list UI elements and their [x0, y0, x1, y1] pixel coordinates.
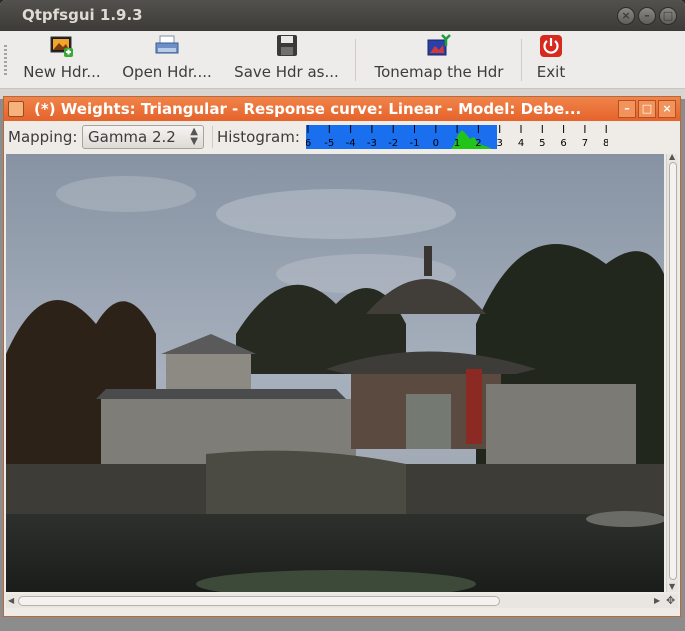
- histogram-tick-label: -1: [410, 138, 420, 149]
- toolbar-grip[interactable]: [4, 45, 7, 75]
- histogram-tick-label: 8: [603, 138, 608, 149]
- toolbar-separator: [521, 39, 522, 81]
- tonemap-icon: [426, 34, 452, 58]
- move-cross-icon[interactable]: ✥: [666, 594, 675, 607]
- histogram-tick-label: -2: [388, 138, 398, 149]
- histogram-tick-label: 2: [475, 138, 481, 149]
- scroll-up-icon[interactable]: ▲: [669, 152, 675, 161]
- window-close-button[interactable]: ×: [617, 7, 635, 25]
- window-title: Qtpfsgui 1.9.3: [22, 6, 143, 24]
- subwindow-maximize-button[interactable]: □: [638, 100, 656, 118]
- histogram-tick-label: -4: [346, 138, 356, 149]
- updown-arrows-icon: ▲ ▼: [190, 126, 198, 147]
- open-hdr-label: Open Hdr....: [122, 63, 212, 81]
- open-hdr-button[interactable]: Open Hdr....: [117, 34, 217, 86]
- histogram-tick-label: 0: [433, 138, 439, 149]
- hdr-preview-image: [6, 154, 664, 592]
- controls-separator: [212, 126, 213, 148]
- hdr-subwindow: (*) Weights: Triangular - Response curve…: [3, 96, 681, 617]
- window-controls: × – □: [617, 7, 677, 25]
- save-hdr-label: Save Hdr as...: [234, 63, 339, 81]
- window-titlebar[interactable]: Qtpfsgui 1.9.3 × – □: [0, 0, 685, 31]
- histogram-tick-label: 4: [518, 138, 524, 149]
- new-hdr-label: New Hdr...: [23, 63, 101, 81]
- subwindow-close-button[interactable]: ×: [658, 100, 676, 118]
- histogram-label: Histogram:: [217, 128, 300, 146]
- toolbar-separator: [355, 39, 356, 81]
- scroll-left-icon[interactable]: ◀: [8, 596, 14, 605]
- subwindow-title: (*) Weights: Triangular - Response curve…: [34, 100, 582, 118]
- vertical-scroll-thumb[interactable]: [669, 162, 677, 580]
- hdr-image-view[interactable]: [6, 154, 664, 592]
- subwindow-titlebar[interactable]: (*) Weights: Triangular - Response curve…: [4, 97, 680, 121]
- open-hdr-icon: [154, 34, 180, 58]
- vertical-scrollbar[interactable]: ▲ ▼: [666, 152, 678, 592]
- save-hdr-button[interactable]: Save Hdr as...: [229, 34, 344, 86]
- exit-button[interactable]: Exit: [533, 34, 569, 86]
- window-minimize-button[interactable]: –: [638, 7, 656, 25]
- main-toolbar: New Hdr... Open Hdr.... Save Hdr as... T…: [0, 31, 685, 89]
- app-window: Qtpfsgui 1.9.3 × – □ New Hdr... Open Hdr…: [0, 0, 685, 631]
- scroll-down-icon[interactable]: ▼: [669, 582, 675, 591]
- histogram-tick-label: 6: [560, 138, 566, 149]
- histogram-tick-label: -5: [324, 138, 334, 149]
- tonemap-button[interactable]: Tonemap the Hdr: [368, 34, 510, 86]
- save-icon: [274, 34, 300, 58]
- new-hdr-button[interactable]: New Hdr...: [17, 34, 107, 86]
- mapping-select[interactable]: Gamma 2.2 ▲ ▼: [82, 125, 204, 149]
- tonemap-label: Tonemap the Hdr: [374, 63, 504, 81]
- power-icon: [538, 34, 564, 58]
- histogram[interactable]: 6 -5 -4 -3 -2 -1 0 1 2 3 4 5 6 7 8: [305, 125, 609, 149]
- histogram-tick-label: 6: [306, 138, 311, 149]
- new-hdr-icon: [49, 34, 75, 58]
- histogram-tick-label: 5: [539, 138, 545, 149]
- histogram-tick-label: 3: [497, 138, 503, 149]
- subwindow-controls: – □ ×: [618, 100, 676, 118]
- horizontal-scroll-thumb[interactable]: [18, 596, 500, 606]
- histogram-tick-label: 1: [454, 138, 460, 149]
- subwindow-minimize-button[interactable]: –: [618, 100, 636, 118]
- histogram-tick-label: 7: [582, 138, 588, 149]
- mapping-value: Gamma 2.2: [88, 128, 176, 146]
- exit-label: Exit: [536, 63, 566, 81]
- mapping-label: Mapping:: [8, 128, 78, 146]
- histogram-tick-label: -3: [367, 138, 377, 149]
- subwindow-app-icon: [8, 101, 24, 117]
- horizontal-scrollbar[interactable]: ◀ ▶ ✥: [6, 594, 678, 608]
- window-maximize-button[interactable]: □: [659, 7, 677, 25]
- mapping-controls: Mapping: Gamma 2.2 ▲ ▼ Histogram: 6 -5 -4 -3…: [4, 122, 680, 152]
- scroll-right-icon[interactable]: ▶: [654, 596, 660, 605]
